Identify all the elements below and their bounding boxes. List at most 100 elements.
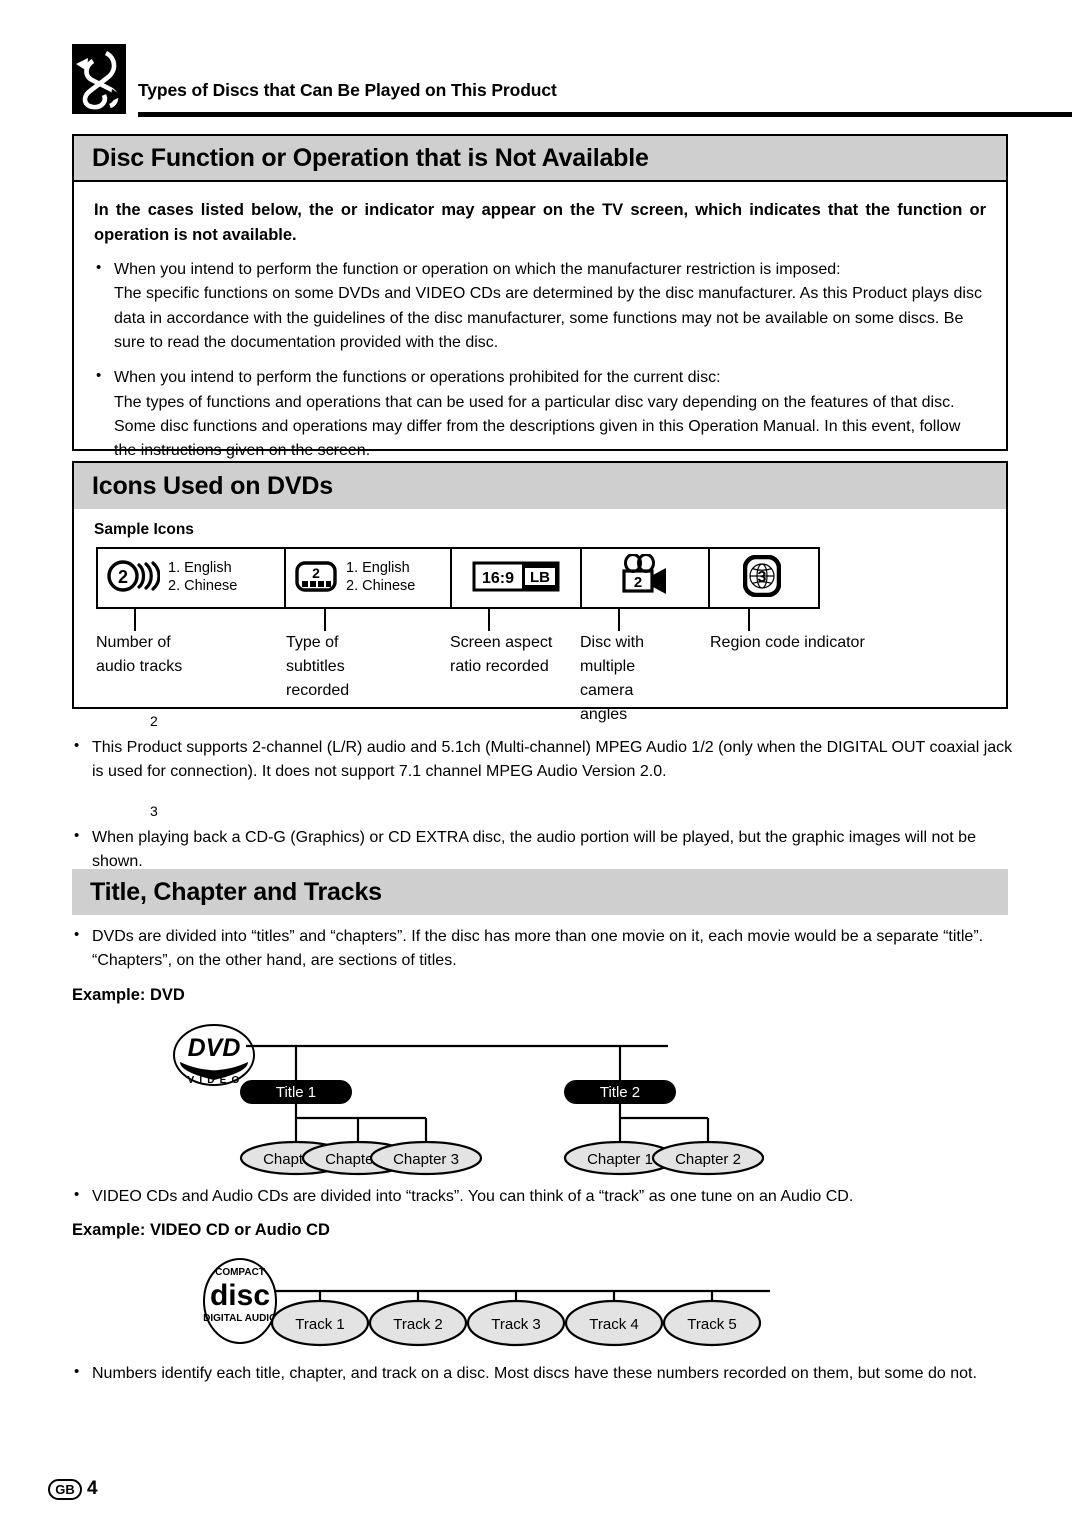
- example-cd-label: Example: VIDEO CD or Audio CD: [72, 1221, 330, 1240]
- title-node-label: Title 2: [600, 1084, 640, 1101]
- footnote-item: 2 This Product supports 2-channel (L/R) …: [72, 714, 1020, 790]
- icon-caption: Disc with multiple camera angles: [580, 634, 645, 723]
- sample-icons-table: 2 1. English 2. Chinese 2 1. English 2. …: [96, 547, 820, 609]
- leader-line: [488, 609, 490, 631]
- section-icons-used-on-dvds: Icons Used on DVDs Sample Icons 2 1. Eng…: [72, 461, 1008, 723]
- sample-icons-label: Sample Icons: [94, 521, 194, 538]
- list-item: Numbers identify each title, chapter, an…: [72, 1361, 1020, 1386]
- icon-caption: Region code indicator: [710, 634, 865, 651]
- icon-captions: Number of audio tracks Type of subtitles…: [96, 631, 996, 723]
- subtitles-icon: 2: [294, 558, 338, 599]
- chapter-node-label: Chapter 1: [587, 1151, 653, 1168]
- track-node-label: Track 4: [589, 1316, 638, 1333]
- running-head-title: Types of Discs that Can Be Played on Thi…: [138, 80, 557, 100]
- bullet-line-1: When you intend to perform the function …: [114, 261, 841, 279]
- bullet-list: When you intend to perform the function …: [94, 257, 986, 464]
- footnote-marker: 2: [150, 713, 158, 729]
- section-title: Title, Chapter and Tracks: [90, 877, 382, 906]
- lang-line: 2. Chinese: [168, 578, 238, 594]
- example-dvd-label: Example: DVD: [72, 985, 185, 1004]
- track-node: Track 4: [564, 1299, 664, 1347]
- letterbox-value: LB: [530, 569, 550, 586]
- track-node-label: Track 3: [491, 1316, 540, 1333]
- chapter-node: Chapter 2: [651, 1140, 765, 1176]
- section-title: Disc Function or Operation that is Not A…: [92, 143, 649, 172]
- track-node-label: Track 2: [393, 1316, 442, 1333]
- dvd-logo-line2: V I D E O: [187, 1075, 240, 1086]
- track-node: Track 5: [662, 1299, 762, 1347]
- audio-icon-value: 2: [118, 567, 128, 587]
- title-node-label: Title 1: [276, 1084, 316, 1101]
- track-node: Track 3: [466, 1299, 566, 1347]
- section-disc-function-not-available: Disc Function or Operation that is Not A…: [72, 134, 1008, 459]
- list-item: This Product supports 2-channel (L/R) au…: [72, 735, 1020, 785]
- audio-tracks-icon: 2: [106, 558, 161, 599]
- section-header-title-chapter-tracks: Title, Chapter and Tracks: [72, 869, 1008, 915]
- list-item: When you intend to perform the functions…: [94, 365, 986, 463]
- chain-link-logo-icon: [72, 44, 126, 114]
- running-head-rule: [138, 112, 1072, 117]
- leader-line: [134, 609, 136, 631]
- aspect-ratio-icon: 16:9 LB: [472, 558, 560, 599]
- lang-line: 1. English: [168, 560, 232, 577]
- region-code-globe-icon: 3: [742, 554, 782, 602]
- page-footer: GB 4: [48, 1478, 98, 1500]
- region-value: 3: [758, 569, 767, 586]
- section-title: Icons Used on DVDs: [92, 471, 333, 500]
- dvd-video-logo: DVD V I D E O: [173, 1024, 255, 1086]
- running-head: Types of Discs that Can Be Played on Thi…: [72, 44, 1072, 120]
- track-node-label: Track 1: [295, 1316, 344, 1333]
- footnote-marker: 3: [150, 803, 158, 819]
- list-item: VIDEO CDs and Audio CDs are divided into…: [72, 1184, 1020, 1209]
- list-item: DVDs are divided into “titles” and “chap…: [72, 924, 1020, 974]
- leader-line: [748, 609, 750, 631]
- title-chapter-body: DVDs are divided into “titles” and “chap…: [72, 924, 1020, 1005]
- leader-line: [618, 609, 620, 631]
- cd-section-body: VIDEO CDs and Audio CDs are divided into…: [72, 1184, 1020, 1240]
- track-node: Track 2: [368, 1299, 468, 1347]
- bullet-line-2: The specific functions on some DVDs and …: [114, 285, 982, 352]
- audio-langs: 1. English 2. Chinese: [168, 560, 237, 595]
- section-body: In the cases listed below, the or indica…: [74, 182, 1006, 474]
- dvd-logo-line1: DVD: [188, 1034, 241, 1062]
- cd-logo-top: COMPACT: [215, 1267, 265, 1278]
- section-header-bar: Icons Used on DVDs: [74, 463, 1006, 509]
- lead-paragraph: In the cases listed below, the or indica…: [94, 201, 986, 245]
- chapter-node-label: Chapter 3: [393, 1151, 459, 1168]
- cd-logo-middle: disc: [210, 1279, 270, 1312]
- bullet-line-1: When you intend to perform the functions…: [114, 369, 721, 387]
- cd-track-diagram: COMPACT disc DIGITAL AUDIO Track 1 Track…: [190, 1255, 810, 1351]
- sample-icon-cell-subtitles: 2 1. English 2. Chinese: [286, 549, 452, 607]
- title-node: Title 1: [240, 1080, 352, 1104]
- chapter-node: Chapter 3: [369, 1140, 483, 1176]
- sample-icon-cell-audio: 2 1. English 2. Chinese: [98, 549, 286, 607]
- closing-note: Numbers identify each title, chapter, an…: [72, 1361, 1020, 1386]
- page-number: 4: [87, 1478, 98, 1499]
- sample-icon-cell-aspect: 16:9 LB: [452, 549, 582, 607]
- compact-disc-logo: COMPACT disc DIGITAL AUDIO: [203, 1258, 277, 1344]
- subtitle-langs: 1. English 2. Chinese: [346, 560, 415, 595]
- section-body: Sample Icons 2 1. English 2. Chinese 2 1…: [74, 509, 1006, 723]
- lang-line: 1. English: [346, 560, 410, 577]
- manual-page: Types of Discs that Can Be Played on Thi…: [0, 0, 1080, 1526]
- sample-icon-cell-camera: 2: [582, 549, 710, 607]
- leader-line: [324, 609, 326, 631]
- aspect-value: 16:9: [482, 570, 514, 587]
- subtitle-icon-value: 2: [312, 565, 320, 581]
- icon-caption: Type of subtitles recorded: [286, 634, 350, 699]
- lang-line: 2. Chinese: [346, 578, 416, 594]
- title-node: Title 2: [564, 1080, 676, 1104]
- icon-caption: Number of audio tracks: [96, 634, 183, 675]
- sample-icon-cell-region: 3: [710, 549, 814, 607]
- icon-leader-lines: [96, 609, 820, 631]
- chapter-node-label: Chapter 2: [675, 1151, 741, 1168]
- cd-logo-bottom: DIGITAL AUDIO: [203, 1313, 277, 1324]
- bullet-line-2: The types of functions and operations th…: [114, 393, 961, 460]
- camera-value: 2: [634, 574, 642, 591]
- track-node: Track 1: [270, 1299, 370, 1347]
- footnotes: 2 This Product supports 2-channel (L/R) …: [72, 714, 1020, 880]
- list-item: When you intend to perform the function …: [94, 257, 986, 355]
- region-badge: GB: [48, 1478, 82, 1500]
- dvd-structure-diagram: DVD V I D E O Title 1 Title 2 Chapter 1 …: [168, 1018, 808, 1176]
- track-node-label: Track 5: [687, 1316, 736, 1333]
